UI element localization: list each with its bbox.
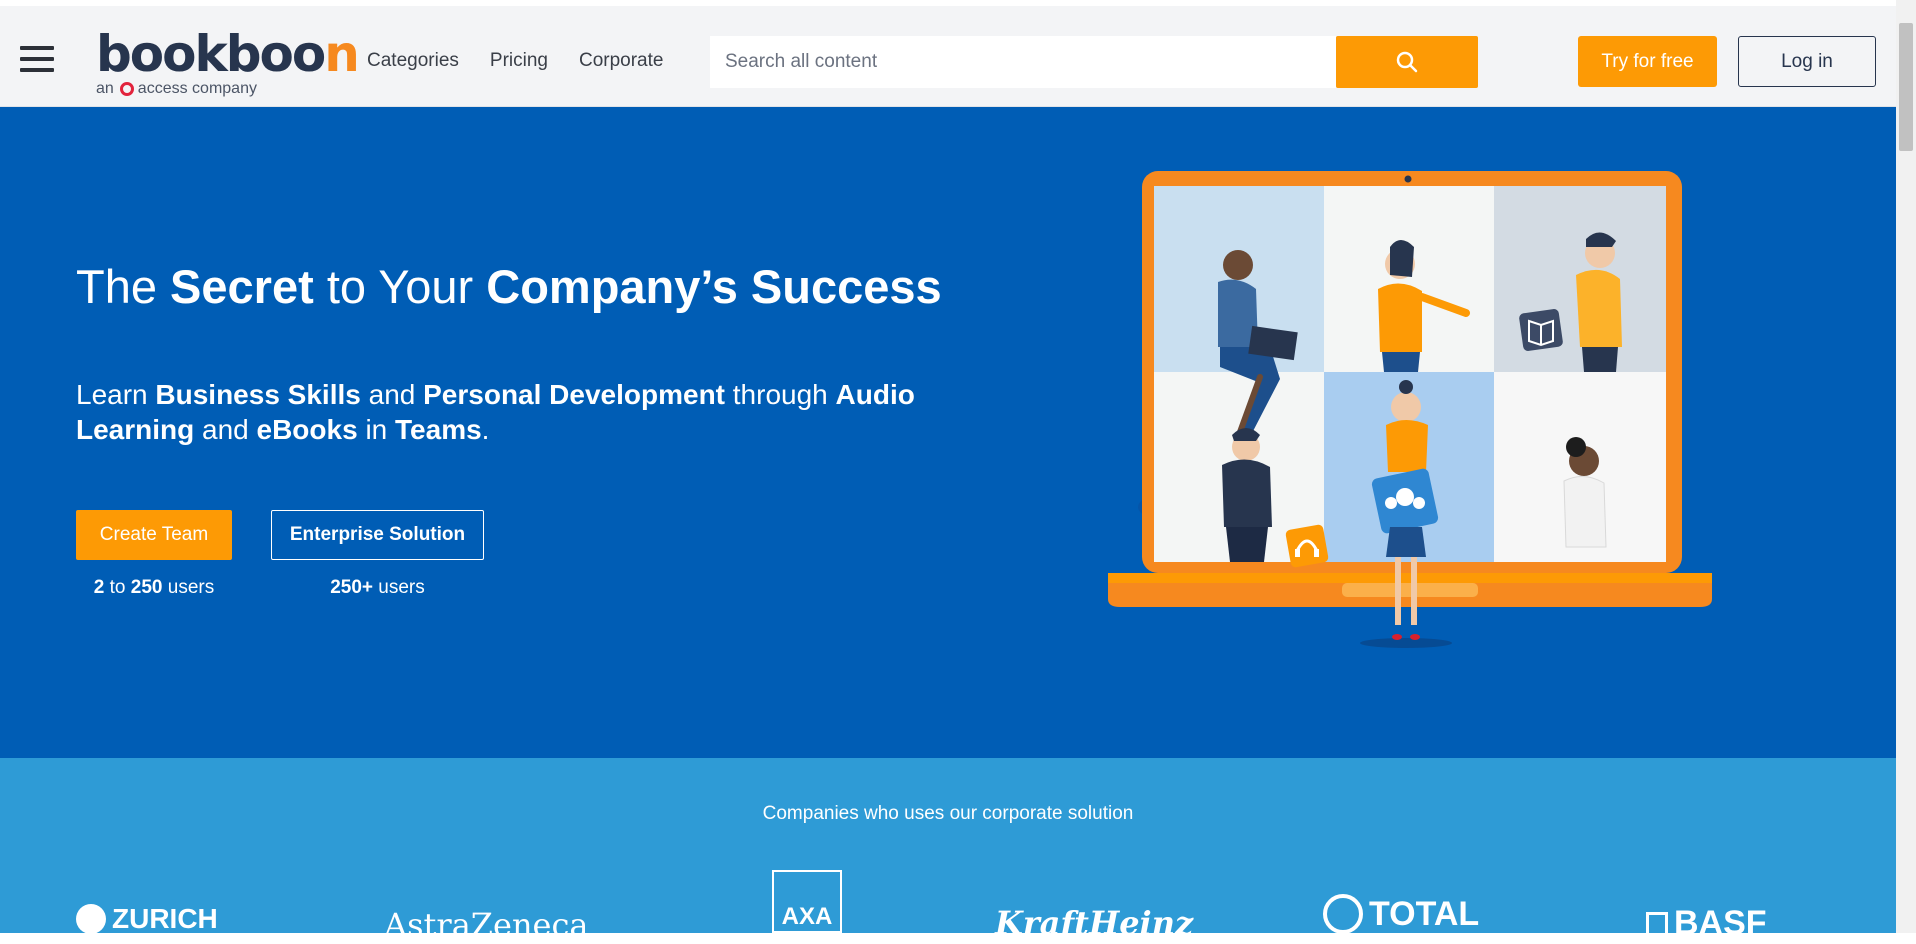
try-for-free-button[interactable]: Try for free: [1578, 36, 1717, 87]
zurich-logo: ZURICH: [76, 903, 218, 935]
total-emblem-icon: [1323, 894, 1363, 934]
hero-section: The Secret to Your Company’s Success Lea…: [0, 107, 1896, 758]
team-users-range: 2 to 250 users: [93, 577, 215, 598]
vertical-scrollbar[interactable]: [1896, 0, 1916, 933]
companies-section: Companies who uses our corporate solutio…: [0, 758, 1896, 944]
search-input[interactable]: [710, 36, 1336, 88]
basf-emblem-icon: [1646, 911, 1668, 936]
kraftheinz-logo: KraftHeinz: [995, 904, 1194, 942]
hero-subtitle: Learn Business Skills and Personal Devel…: [76, 379, 915, 445]
enterprise-solution-button[interactable]: Enterprise Solution: [271, 510, 484, 560]
search-button[interactable]: [1336, 36, 1478, 88]
main-nav: Categories Pricing Corporate: [367, 50, 663, 72]
companies-heading: Companies who uses our corporate solutio…: [762, 803, 1134, 824]
hamburger-menu-icon[interactable]: [20, 46, 54, 74]
nav-link-corporate[interactable]: Corporate: [579, 50, 664, 72]
bookboon-logo[interactable]: bookboon an access company: [96, 25, 360, 98]
nav-link-categories[interactable]: Categories: [367, 50, 459, 72]
search-bar: [710, 36, 1478, 88]
log-in-button[interactable]: Log in: [1738, 36, 1876, 87]
total-logo: TOTAL: [1323, 894, 1479, 934]
access-ring-icon: [119, 82, 134, 96]
headphones-icon: [1285, 524, 1329, 568]
site-header: bookboon an access company Categories Pr…: [0, 6, 1896, 107]
nav-link-pricing[interactable]: Pricing: [490, 50, 548, 72]
hero-title: The Secret to Your Company’s Success: [76, 260, 942, 313]
enterprise-users-count: 250+ users: [330, 577, 425, 598]
basf-logo: BASF: [1646, 904, 1767, 943]
search-icon: [1396, 51, 1418, 73]
axa-logo: AXA: [772, 870, 842, 933]
astrazeneca-logo: AstraZeneca: [384, 906, 589, 944]
hero-illustration: [1108, 171, 1712, 648]
zurich-emblem-icon: [76, 904, 106, 934]
create-team-button[interactable]: Create Team: [76, 510, 232, 560]
scrollbar-thumb[interactable]: [1899, 23, 1913, 151]
logo-wordmark: bookboon: [96, 25, 360, 83]
